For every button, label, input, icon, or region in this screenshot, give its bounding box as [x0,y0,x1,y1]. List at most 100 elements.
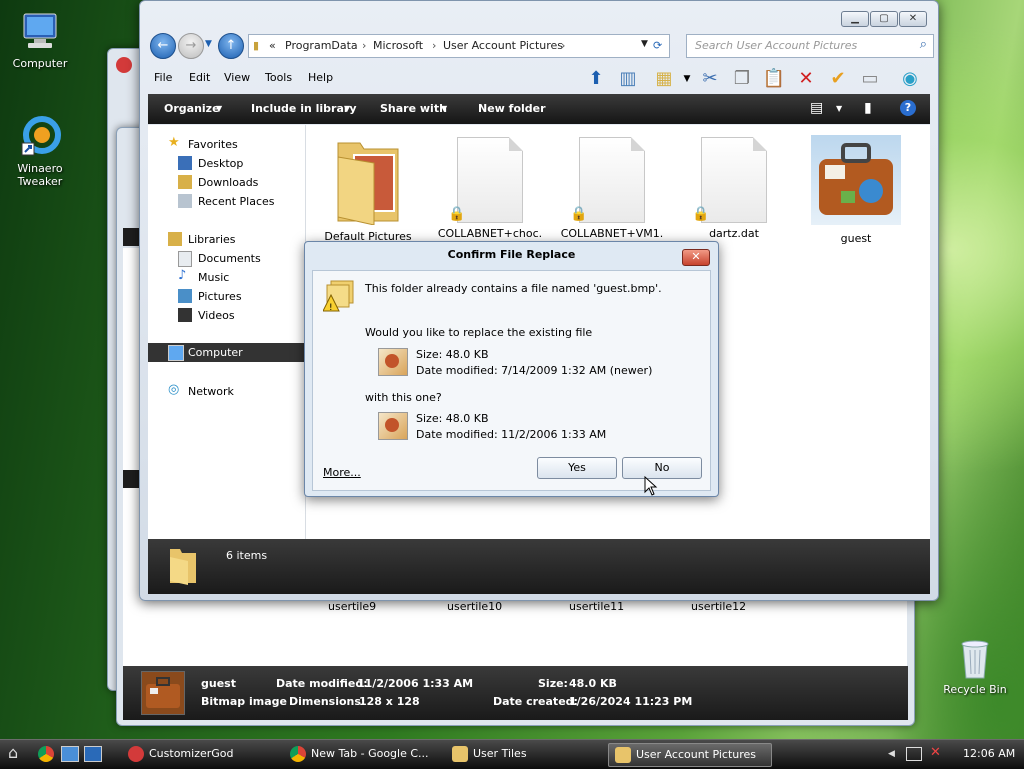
nav-videos[interactable]: Videos [148,306,305,324]
start-button-icon[interactable]: ⌂ [8,743,28,763]
file-item-collabnet-vm1[interactable]: 🔒 COLLABNET+VM1. [556,137,668,240]
nav-computer[interactable]: Computer [148,343,305,362]
file-name: dartz.dat [709,227,759,240]
breadcrumb-programdata[interactable]: ProgramData [285,39,358,52]
menu-edit[interactable]: Edit [189,71,210,84]
desktop-icon-recycle-bin[interactable]: Recycle Bin [935,636,1015,696]
network-tray-icon[interactable] [906,747,922,761]
views-dropdown-icon[interactable]: ▼ [675,67,699,91]
up-button[interactable]: ↑ [218,33,244,59]
document-icon: 🔒 [692,137,767,223]
task-user-tiles[interactable]: User Tiles [452,743,602,765]
search-box[interactable]: Search User Account Pictures ⌕ [686,34,934,58]
task-customizergod[interactable]: CustomizerGod [128,743,284,765]
copy-icon[interactable]: ❐ [730,67,754,91]
file-item-collabnet-choc[interactable]: 🔒 COLLABNET+choc. [434,137,546,240]
organize-button[interactable]: Organize [164,102,220,115]
task-user-account-pictures[interactable]: User Account Pictures [608,743,772,767]
preview-pane-icon[interactable]: ▮ [864,100,872,116]
help-icon[interactable]: ? [900,100,916,116]
search-icon[interactable]: ⌕ [920,37,927,52]
nav-libraries[interactable]: Libraries [148,230,305,248]
breadcrumb-microsoft[interactable]: Microsoft [373,39,423,52]
breadcrumb-user-account-pictures[interactable]: User Account Pictures [443,39,563,52]
no-button[interactable]: No [622,457,702,479]
confirm-file-replace-dialog[interactable]: Confirm File Replace ✕ ! This folder alr… [304,241,719,497]
dialog-close-button[interactable]: ✕ [682,249,710,266]
nav-pictures[interactable]: Pictures [148,287,305,305]
network-icon: ◎ [168,382,180,397]
show-desktop-icon[interactable] [61,746,79,762]
yes-button[interactable]: Yes [537,457,617,479]
file-item-default-pictures[interactable]: Default Pictures [312,133,424,243]
menu-view[interactable]: View [224,71,250,84]
desktop-icon-computer[interactable]: Computer [0,10,80,70]
paste-icon[interactable]: 📋 [762,67,786,91]
existing-file-date: Date modified: 7/14/2009 1:32 AM (newer) [416,364,653,377]
folder-icon [334,133,402,226]
volume-muted-icon[interactable]: ✕ [930,745,941,760]
include-in-library-button[interactable]: Include in library [251,102,357,115]
desktop-icon-winaero[interactable]: Winaero Tweaker [0,115,80,188]
chrome-quicklaunch-icon[interactable] [38,746,54,762]
file-name: COLLABNET+choc. [437,227,543,240]
address-bar[interactable]: ▮ « ProgramData › Microsoft › User Accou… [248,34,670,58]
address-dropdown-icon[interactable]: ▼ [641,39,648,49]
breadcrumb-separator: › [362,39,367,52]
forward-button[interactable]: → [178,33,204,59]
nav-network[interactable]: ◎ Network [148,382,305,400]
clock[interactable]: 12:06 AM [963,747,1015,760]
details-modified: 11/2/2006 1:33 AM [357,677,474,690]
nav-label: Downloads [198,176,259,189]
recent-places-icon [178,194,192,208]
up-arrow-icon[interactable]: ⬆ [584,67,608,91]
file-item-dartz-dat[interactable]: 🔒 dartz.dat [678,137,790,240]
refresh-icon[interactable]: ⟳ [653,39,662,52]
navigation-bar: ← → ▼ ↑ ▮ « ProgramData › Microsoft › Us… [148,31,934,59]
task-chrome[interactable]: New Tab - Google C... [290,743,446,765]
maximize-button[interactable]: ▢ [870,11,898,27]
undo-icon[interactable]: ✔ [826,67,850,91]
details-size-label: Size: [538,677,568,690]
folder-icon [168,545,198,585]
command-bar: Organize ▼ Include in library ▼ Share wi… [148,94,930,124]
nav-favorites[interactable]: ★ Favorites [148,135,305,153]
back-button[interactable]: ← [150,33,176,59]
more-link[interactable]: More... [323,466,361,479]
warning-folder-icon: ! [322,279,357,313]
tray-expand-icon[interactable]: ◀ [888,749,895,759]
details-modified-label: Date modified: [276,677,368,690]
menu-help[interactable]: Help [308,71,333,84]
svg-text:!: ! [329,303,333,313]
new-folder-button[interactable]: New folder [478,102,546,115]
change-view-icon[interactable]: ▤ [810,100,823,116]
cut-icon[interactable]: ✂ [698,67,722,91]
search-input[interactable]: Search User Account Pictures [695,39,857,52]
menu-tools[interactable]: Tools [265,71,292,84]
switch-windows-icon[interactable] [84,746,102,762]
file-item-guest[interactable]: guest [800,135,912,245]
panes-icon[interactable]: ▥ [616,67,640,91]
close-button[interactable]: ✕ [899,11,927,27]
nav-downloads[interactable]: Downloads [148,173,305,191]
folder-options-icon[interactable]: ▦ [652,67,676,91]
minimize-button[interactable]: ▁ [841,11,869,27]
lock-icon: 🔒 [570,206,588,222]
nav-documents[interactable]: Documents [148,249,305,267]
nav-music[interactable]: ♪ Music [148,268,305,286]
properties-icon[interactable]: ▭ [858,67,882,91]
winaero-tweaker-icon [18,115,62,159]
recent-pages-dropdown[interactable]: ▼ [205,39,212,49]
breadcrumb-chevron[interactable]: « [269,39,276,52]
existing-file-thumbnail [378,348,408,376]
chevron-down-icon[interactable]: ▼ [836,104,842,113]
network-globe-icon[interactable]: ◉ [898,67,922,91]
share-with-button[interactable]: Share with [380,102,447,115]
details-type: Bitmap image [201,695,287,708]
nav-label: Network [188,385,234,398]
delete-icon[interactable]: ✕ [794,67,818,91]
menu-file[interactable]: File [154,71,172,84]
nav-recent-places[interactable]: Recent Places [148,192,305,210]
replacement-file-date: Date modified: 11/2/2006 1:33 AM [416,428,607,441]
nav-desktop[interactable]: Desktop [148,154,305,172]
